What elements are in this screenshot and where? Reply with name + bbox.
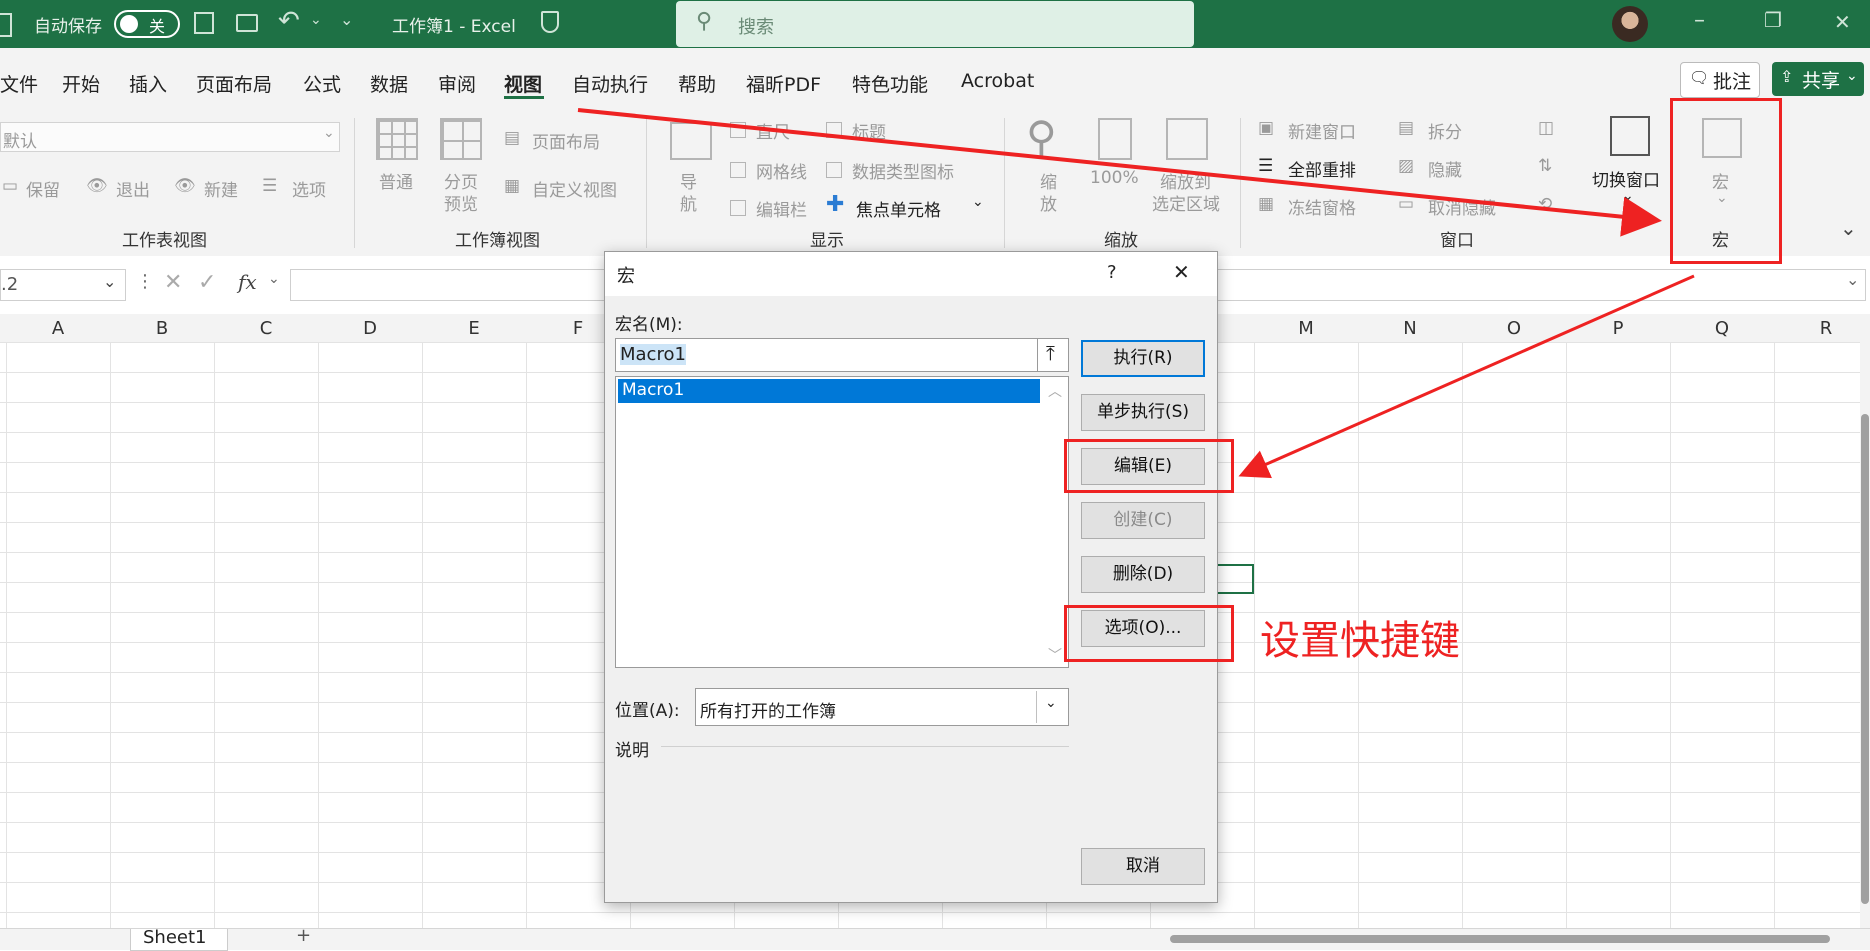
annotation-arrows <box>577 108 1695 479</box>
arrow-to-edit-button <box>1238 274 1695 479</box>
arrow-to-macro-button <box>577 108 1662 237</box>
